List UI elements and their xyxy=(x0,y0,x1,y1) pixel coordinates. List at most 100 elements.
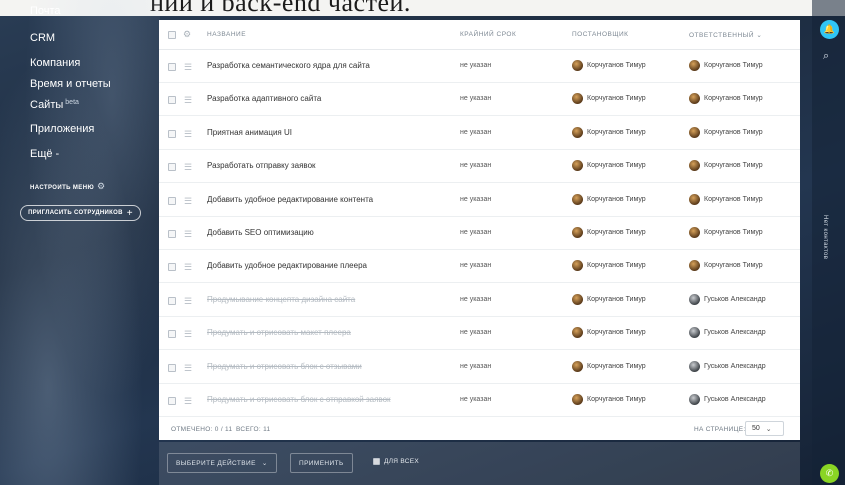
table-row[interactable]: ☰ Добавить SEO оптимизацию не указан Корчуг… xyxy=(159,217,800,250)
row-checkbox[interactable] xyxy=(168,363,176,372)
settings-gear-icon[interactable]: ⚙ xyxy=(183,29,192,40)
sidebar-item-time-reports[interactable]: Время и отчеты xyxy=(30,78,111,90)
table-row[interactable]: ☰ Разработать отправку заявок не указан Кор… xyxy=(159,150,800,184)
row-checkbox[interactable] xyxy=(168,230,176,238)
table-row[interactable]: ☰ Добавить удобное редактирование контент… xyxy=(159,184,800,217)
task-deadline[interactable]: не указан xyxy=(460,129,491,136)
task-deadline[interactable]: не указан xyxy=(460,162,491,169)
drag-handle-icon[interactable]: ☰ xyxy=(184,162,192,173)
for-all-checkbox[interactable] xyxy=(373,458,380,465)
drag-handle-icon[interactable]: ☰ xyxy=(184,62,192,73)
sidebar-item-apps[interactable]: Приложения xyxy=(30,123,94,135)
drag-handle-icon[interactable]: ☰ xyxy=(184,363,192,374)
task-creator[interactable]: Корчуганов Тимур xyxy=(572,93,646,105)
row-checkbox[interactable] xyxy=(168,129,176,138)
task-responsible[interactable]: Корчуганов Тимур xyxy=(689,60,763,71)
drag-handle-icon[interactable]: ☰ xyxy=(184,329,192,340)
task-creator[interactable]: Корчуганов Тимур xyxy=(572,394,646,405)
drag-handle-icon[interactable]: ☰ xyxy=(184,296,192,307)
task-deadline[interactable]: не указан xyxy=(460,396,491,403)
table-row[interactable]: ☰ Добавить удобное редактирование плеера н… xyxy=(159,250,800,284)
notification-bell-icon[interactable]: 🔔 xyxy=(820,20,839,39)
drag-handle-icon[interactable]: ☰ xyxy=(184,196,192,207)
task-creator[interactable]: Корчуганов Тимур xyxy=(572,293,646,305)
select-all-checkbox[interactable] xyxy=(168,31,176,39)
task-deadline[interactable]: не указан xyxy=(460,363,491,370)
column-header-creator[interactable]: ПОСТАНОВЩИК xyxy=(572,31,628,38)
task-responsible[interactable]: Корчуганов Тимур xyxy=(689,160,763,172)
column-header-responsible[interactable]: ОТВЕТСТВЕННЫЙ ⌄ xyxy=(689,31,762,39)
task-responsible[interactable]: Корчуганов Тимур xyxy=(689,260,763,272)
task-creator[interactable]: Корчуганов Тимур xyxy=(572,327,646,339)
task-creator[interactable]: Корчуганов Тимур xyxy=(572,260,646,272)
task-responsible[interactable]: Корчуганов Тимур xyxy=(689,93,763,105)
task-title-link[interactable]: Разработать отправку заявок xyxy=(207,161,316,170)
configure-menu-link[interactable]: НАСТРОИТЬ МЕНЮ ⚙ xyxy=(30,181,106,192)
sidebar-item-company[interactable]: Компания xyxy=(30,57,80,69)
task-responsible[interactable]: Гуськов Александр xyxy=(689,394,766,405)
select-action-dropdown[interactable]: ВЫБЕРИТЕ ДЕЙСТВИЕ ⌄ xyxy=(167,453,277,473)
task-title-link[interactable]: Разработка адаптивного сайта xyxy=(207,94,321,103)
apply-button[interactable]: ПРИМЕНИТЬ xyxy=(290,453,353,473)
task-creator[interactable]: Корчуганов Тимур xyxy=(572,360,646,372)
task-creator[interactable]: Корчуганов Тимур xyxy=(572,126,646,138)
invite-employees-button[interactable]: ПРИГЛАСИТЬ СОТРУДНИКОВ + xyxy=(20,205,141,221)
task-deadline[interactable]: не указан xyxy=(460,62,491,69)
task-deadline[interactable]: не указан xyxy=(460,229,491,236)
task-responsible[interactable]: Гуськов Александр xyxy=(689,360,766,372)
table-row[interactable]: ☰ Продумывание концепта дизайна сайта не у… xyxy=(159,284,800,317)
task-creator[interactable]: Корчуганов Тимур xyxy=(572,193,646,205)
sidebar-item-more[interactable]: Ещё - xyxy=(30,148,59,160)
row-checkbox[interactable] xyxy=(168,397,176,405)
task-responsible[interactable]: Гуськов Александр xyxy=(689,327,766,339)
task-deadline[interactable]: не указан xyxy=(460,95,491,102)
row-checkbox[interactable] xyxy=(168,263,176,272)
phone-icon[interactable]: ✆ xyxy=(820,464,839,483)
task-responsible[interactable]: Корчуганов Тимур xyxy=(689,126,763,138)
table-row[interactable]: ☰ Продумать и отрисовать блок с отзывами н… xyxy=(159,351,800,384)
row-checkbox[interactable] xyxy=(168,63,176,71)
drag-handle-icon[interactable]: ☰ xyxy=(184,229,192,240)
task-creator[interactable]: Корчуганов Тимур xyxy=(572,227,646,238)
row-checkbox[interactable] xyxy=(168,96,176,105)
for-all-toggle[interactable]: ДЛЯ ВСЕХ xyxy=(373,458,419,465)
table-row[interactable]: ☰ Продумать и отрисовать макет плеера не у… xyxy=(159,317,800,351)
task-title-link[interactable]: Продумать и отрисовать блок с отправкой … xyxy=(207,395,391,404)
row-checkbox[interactable] xyxy=(168,196,176,205)
task-creator[interactable]: Корчуганов Тимур xyxy=(572,160,646,172)
table-row[interactable]: ☰ Приятная анимация UI не указан Корчуганов… xyxy=(159,117,800,150)
table-row[interactable]: ☰ Продумать и отрисовать блок с отправкой… xyxy=(159,384,800,417)
task-title-link[interactable]: Добавить SEO оптимизацию xyxy=(207,228,314,237)
task-responsible[interactable]: Корчуганов Тимур xyxy=(689,227,763,238)
task-deadline[interactable]: не указан xyxy=(460,196,491,203)
sidebar-item-crm[interactable]: CRM xyxy=(30,32,55,44)
per-page-select[interactable]: 50 ⌄ xyxy=(745,421,784,436)
drag-handle-icon[interactable]: ☰ xyxy=(184,262,192,273)
task-title-link[interactable]: Приятная анимация UI xyxy=(207,128,292,137)
table-row[interactable]: ☰ Разработка адаптивного сайта не указан Ко… xyxy=(159,83,800,117)
task-title-link[interactable]: Продумывание концепта дизайна сайта xyxy=(207,295,355,304)
task-title-link[interactable]: Добавить удобное редактирование контента xyxy=(207,195,373,204)
task-title-link[interactable]: Продумать и отрисовать блок с отзывами xyxy=(207,362,362,371)
task-creator[interactable]: Корчуганов Тимур xyxy=(572,60,646,71)
task-title-link[interactable]: Разработка семантического ядра для сайта xyxy=(207,61,370,70)
row-checkbox[interactable] xyxy=(168,296,176,305)
search-icon[interactable]: ⌕ xyxy=(823,50,829,63)
row-checkbox[interactable] xyxy=(168,330,176,339)
task-title-link[interactable]: Добавить удобное редактирование плеера xyxy=(207,261,367,270)
task-deadline[interactable]: не указан xyxy=(460,296,491,303)
row-checkbox[interactable] xyxy=(168,163,176,172)
drag-handle-icon[interactable]: ☰ xyxy=(184,129,192,140)
task-deadline[interactable]: не указан xyxy=(460,262,491,269)
table-row[interactable]: ☰ Разработка семантического ядра для сайт… xyxy=(159,50,800,83)
column-header-deadline[interactable]: КРАЙНИЙ СРОК xyxy=(460,31,516,38)
task-responsible[interactable]: Гуськов Александр xyxy=(689,293,766,305)
task-deadline[interactable]: не указан xyxy=(460,329,491,336)
task-title-link[interactable]: Продумать и отрисовать макет плеера xyxy=(207,328,351,337)
task-responsible[interactable]: Корчуганов Тимур xyxy=(689,193,763,205)
sidebar-item-mail[interactable]: Почта xyxy=(30,5,61,17)
drag-handle-icon[interactable]: ☰ xyxy=(184,396,192,407)
column-header-title[interactable]: НАЗВАНИЕ xyxy=(207,31,246,38)
drag-handle-icon[interactable]: ☰ xyxy=(184,95,192,106)
sidebar-item-sites[interactable]: Сайты beta xyxy=(30,99,79,111)
